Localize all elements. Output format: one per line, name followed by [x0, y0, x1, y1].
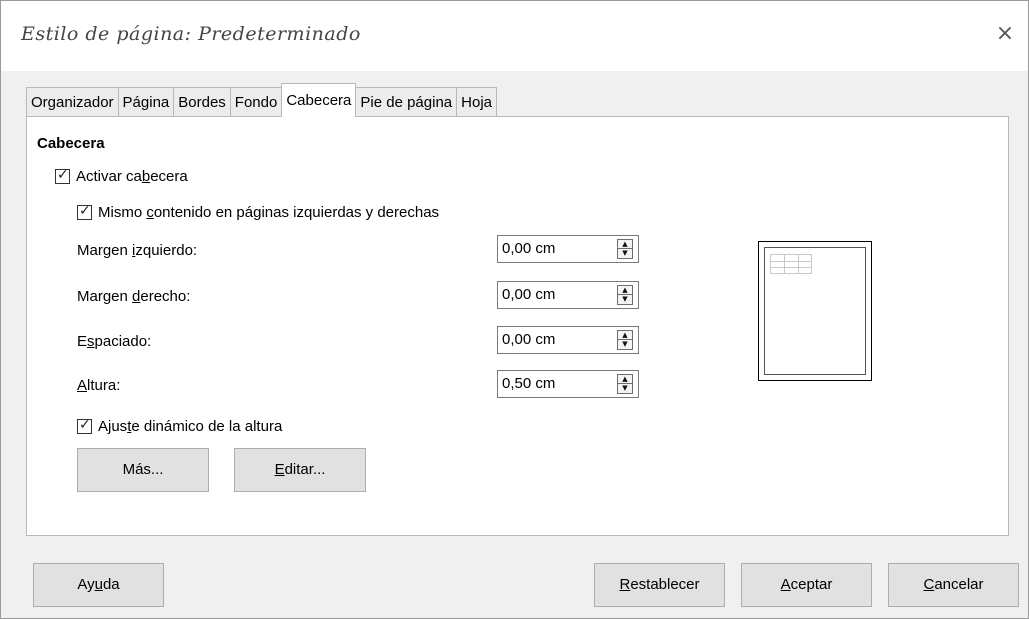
tab-pie-de-pagina[interactable]: Pie de página	[355, 87, 458, 117]
checkbox-box[interactable]: ✓	[77, 416, 92, 434]
spin-buttons[interactable]: ▲ ▼	[617, 285, 633, 305]
spacing-spinbox[interactable]: 0,00 cm ▲ ▼	[497, 326, 639, 354]
right-margin-label: Margen derecho:	[77, 288, 191, 305]
tab-cabecera[interactable]: Cabecera	[281, 83, 357, 117]
enable-header-label: Activar cabecera	[76, 167, 188, 185]
left-margin-value[interactable]: 0,00 cm	[502, 240, 555, 257]
header-panel: Cabecera ✓ Activar cabecera ✓ Mismo cont…	[26, 116, 1009, 536]
dynamic-height-checkbox[interactable]: ✓ Ajuste dinámico de la altura	[77, 415, 282, 437]
up-arrow-icon[interactable]: ▲	[618, 375, 632, 384]
right-margin-value[interactable]: 0,00 cm	[502, 286, 555, 303]
enable-header-checkbox[interactable]: ✓ Activar cabecera	[55, 165, 188, 187]
spin-buttons[interactable]: ▲ ▼	[617, 239, 633, 259]
tab-pagina[interactable]: Página	[117, 87, 175, 117]
spacing-label: Espaciado:	[77, 333, 152, 350]
left-margin-label: Margen izquierdo:	[77, 242, 198, 259]
help-button[interactable]: Ayuda	[33, 563, 164, 607]
header-preview-grid	[770, 254, 812, 274]
down-arrow-icon[interactable]: ▼	[618, 340, 632, 349]
checkmark-icon: ✓	[57, 166, 69, 183]
checkbox-box[interactable]: ✓	[77, 202, 92, 220]
checkbox-box[interactable]: ✓	[55, 166, 70, 184]
page-style-dialog: Estilo de página: Predeterminado × Organ…	[0, 0, 1029, 619]
more-button[interactable]: Más...	[77, 448, 209, 492]
up-arrow-icon[interactable]: ▲	[618, 331, 632, 340]
spacing-value[interactable]: 0,00 cm	[502, 331, 555, 348]
page-preview	[764, 247, 866, 375]
dynamic-height-label: Ajuste dinámico de la altura	[98, 417, 283, 435]
same-content-checkbox[interactable]: ✓ Mismo contenido en páginas izquierdas …	[77, 201, 439, 223]
height-value[interactable]: 0,50 cm	[502, 375, 555, 392]
header-preview	[758, 241, 872, 381]
down-arrow-icon[interactable]: ▼	[618, 384, 632, 393]
reset-button[interactable]: Restablecer	[594, 563, 725, 607]
height-label: Altura:	[77, 377, 121, 394]
right-margin-spinbox[interactable]: 0,00 cm ▲ ▼	[497, 281, 639, 309]
edit-button[interactable]: Editar...	[234, 448, 366, 492]
up-arrow-icon[interactable]: ▲	[618, 286, 632, 295]
tab-bar: Organizador Página Bordes Fondo Cabecera…	[26, 83, 497, 117]
checkmark-icon: ✓	[79, 416, 91, 433]
height-spinbox[interactable]: 0,50 cm ▲ ▼	[497, 370, 639, 398]
close-icon[interactable]: ×	[990, 19, 1020, 49]
cancel-button[interactable]: Cancelar	[888, 563, 1019, 607]
tab-organizador[interactable]: Organizador	[26, 87, 119, 117]
title-bar: Estilo de página: Predeterminado ×	[1, 1, 1028, 71]
spin-buttons[interactable]: ▲ ▼	[617, 330, 633, 350]
checkmark-icon: ✓	[79, 202, 91, 219]
section-title: Cabecera	[37, 135, 105, 152]
ok-button[interactable]: Aceptar	[741, 563, 872, 607]
tab-bordes[interactable]: Bordes	[173, 87, 231, 117]
left-margin-spinbox[interactable]: 0,00 cm ▲ ▼	[497, 235, 639, 263]
spin-buttons[interactable]: ▲ ▼	[617, 374, 633, 394]
up-arrow-icon[interactable]: ▲	[618, 240, 632, 249]
same-content-label: Mismo contenido en páginas izquierdas y …	[98, 203, 440, 221]
dialog-title: Estilo de página: Predeterminado	[21, 23, 361, 45]
down-arrow-icon[interactable]: ▼	[618, 249, 632, 258]
tab-fondo[interactable]: Fondo	[229, 87, 283, 117]
down-arrow-icon[interactable]: ▼	[618, 295, 632, 304]
tab-hoja[interactable]: Hoja	[456, 87, 497, 117]
